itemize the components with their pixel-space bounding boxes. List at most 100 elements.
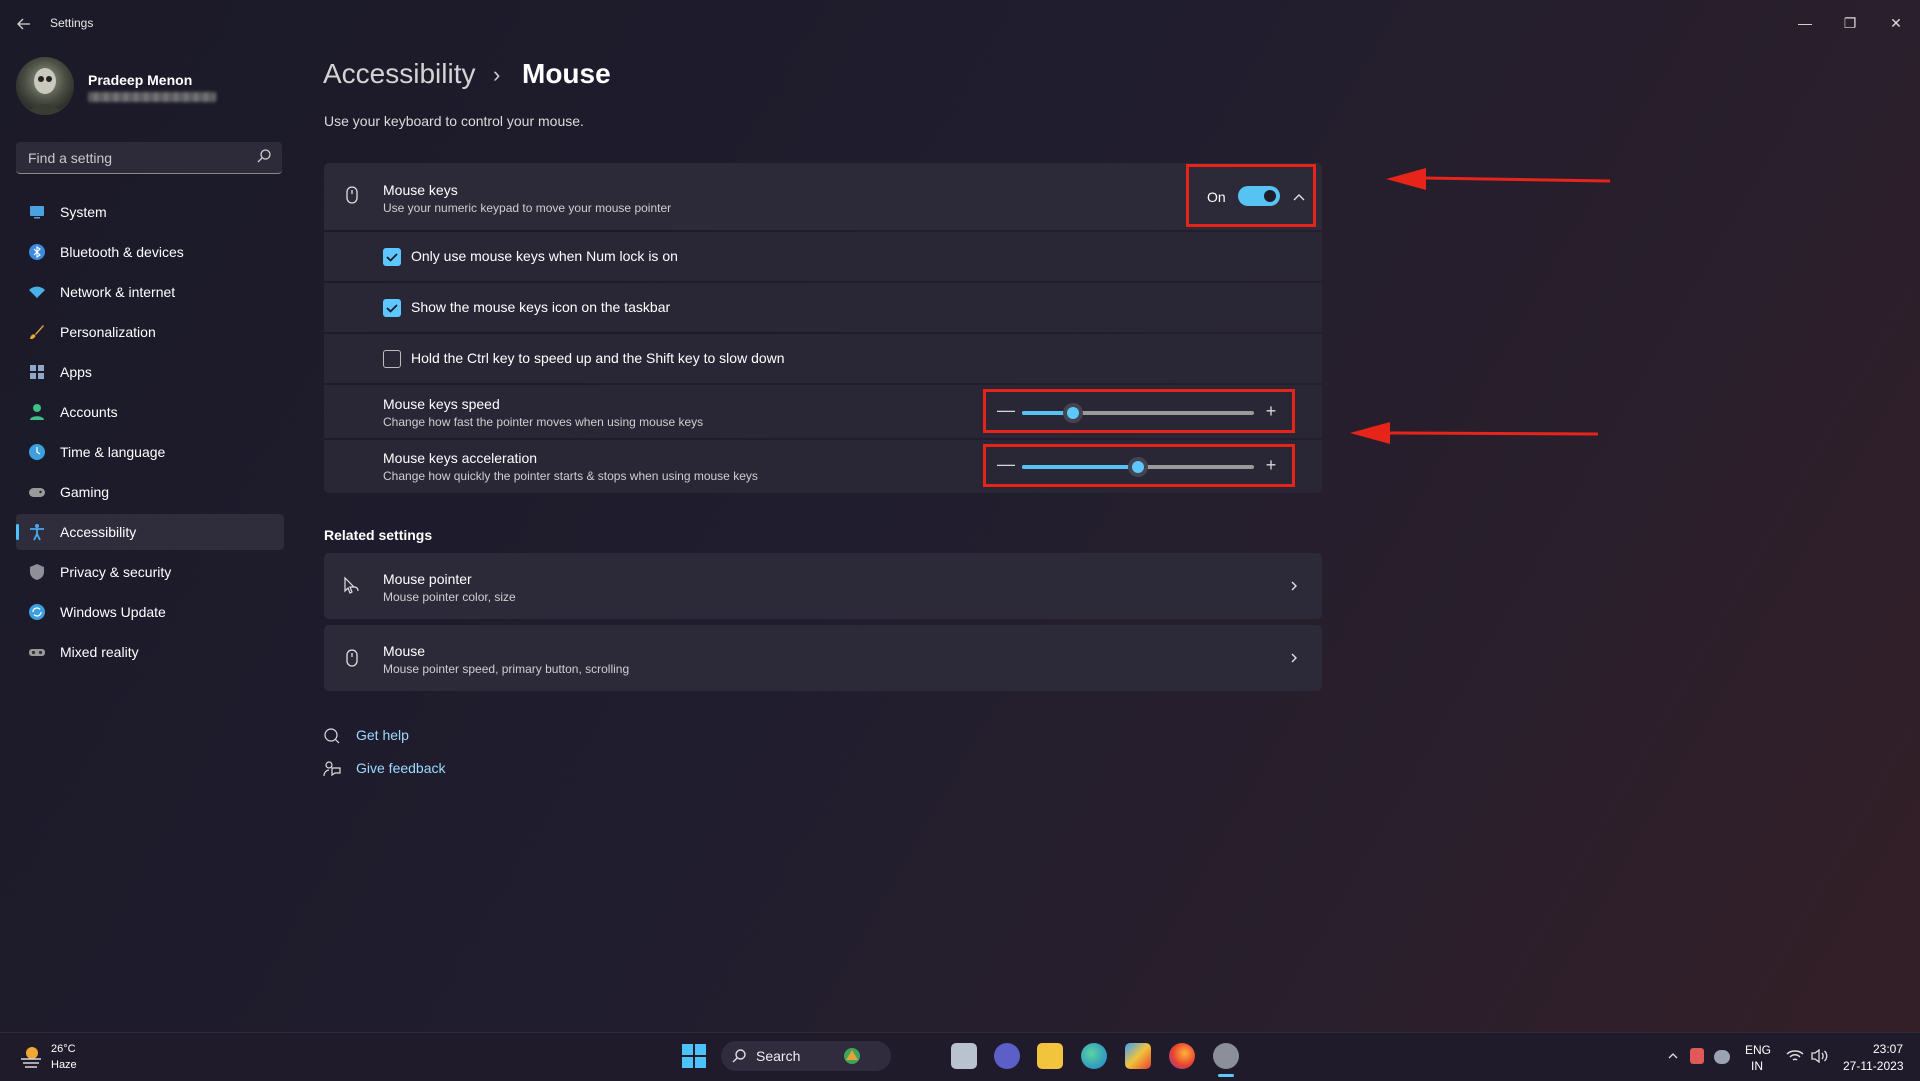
- file-explorer-icon[interactable]: [1037, 1043, 1063, 1069]
- app-title: Settings: [50, 16, 94, 30]
- search-icon[interactable]: [256, 148, 272, 164]
- page-title: Mouse: [522, 58, 611, 89]
- mouse-keys-card[interactable]: Mouse keys Use your numeric keypad to mo…: [324, 163, 1322, 230]
- sidebar-item-privacy-and-security[interactable]: Privacy & security: [16, 554, 284, 590]
- clock-time[interactable]: 23:07: [1873, 1042, 1903, 1056]
- sidebar-item-label: Windows Update: [60, 604, 166, 620]
- user-name: Pradeep Menon: [88, 72, 193, 88]
- volume-icon[interactable]: [1810, 1048, 1828, 1064]
- related-settings-heading: Related settings: [324, 527, 433, 543]
- sidebar-item-bluetooth-and-devices[interactable]: Bluetooth & devices: [16, 234, 284, 270]
- weather-condition: Haze: [51, 1059, 77, 1071]
- clock-date[interactable]: 27-11-2023: [1843, 1059, 1904, 1073]
- firefox-icon[interactable]: [1169, 1043, 1195, 1069]
- sidebar-item-gaming[interactable]: Gaming: [16, 474, 284, 510]
- update-icon: [28, 603, 46, 621]
- settings-gear-icon[interactable]: [1213, 1043, 1239, 1069]
- sidebar-item-label: Accounts: [60, 404, 118, 420]
- give-feedback-link[interactable]: Give feedback: [356, 760, 446, 776]
- language-region[interactable]: IN: [1751, 1059, 1763, 1073]
- sidebar-nav: System Bluetooth & devices Network & inter…: [16, 194, 284, 674]
- breadcrumb-separator: ›: [493, 62, 501, 87]
- mouse-pointer-icon: [344, 576, 359, 594]
- minimize-button[interactable]: —: [1790, 8, 1820, 38]
- back-arrow-icon[interactable]: [12, 12, 36, 36]
- option-row-ctrl-shift[interactable]: Hold the Ctrl key to speed up and the Sh…: [324, 334, 1322, 383]
- chevron-right-icon: [1291, 581, 1297, 591]
- onedrive-icon[interactable]: [1714, 1050, 1730, 1064]
- sidebar-item-label: Mixed reality: [60, 644, 139, 660]
- accounts-icon: [28, 403, 46, 421]
- related-item-mouse[interactable]: Mouse Mouse pointer speed, primary butto…: [324, 625, 1322, 691]
- sidebar-item-system[interactable]: System: [16, 194, 284, 230]
- option-row-taskbar-icon[interactable]: Show the mouse keys icon on the taskbar: [324, 283, 1322, 332]
- checkbox-ctrl-shift[interactable]: [383, 350, 401, 368]
- language-code[interactable]: ENG: [1745, 1043, 1771, 1057]
- option-row-numlock[interactable]: Only use mouse keys when Num lock is on: [324, 232, 1322, 281]
- annotation-highlight-acceleration: [983, 444, 1295, 487]
- sidebar-item-accessibility[interactable]: Accessibility: [16, 514, 284, 550]
- annotation-highlight-toggle: [1186, 164, 1316, 227]
- wifi-icon: [28, 283, 46, 301]
- task-view-icon[interactable]: [951, 1043, 977, 1069]
- start-windows-icon[interactable]: [681, 1043, 707, 1069]
- annotation-highlight-speed: [983, 389, 1295, 433]
- sidebar-item-label: Network & internet: [60, 284, 176, 300]
- sidebar-item-label: System: [60, 204, 107, 220]
- sidebar-item-time-and-language[interactable]: Time & language: [16, 434, 284, 470]
- search-highlight-icon: [844, 1048, 860, 1064]
- chevron-right-icon: [1291, 653, 1297, 663]
- apps-icon: [28, 363, 46, 381]
- weather-temperature: 26°C: [51, 1043, 76, 1055]
- related-item-mouse-pointer[interactable]: Mouse pointer Mouse pointer color, size: [324, 553, 1322, 619]
- active-app-indicator: [1218, 1074, 1234, 1077]
- microsoft-store-icon[interactable]: [1125, 1043, 1151, 1069]
- checkbox-taskbar-icon[interactable]: [383, 299, 401, 317]
- headset-icon: [28, 643, 46, 661]
- sidebar-item-label: Privacy & security: [60, 564, 172, 580]
- page-description: Use your keyboard to control your mouse.: [324, 113, 584, 129]
- sidebar-item-label: Accessibility: [60, 524, 137, 540]
- breadcrumb-parent[interactable]: Accessibility: [323, 58, 475, 90]
- annotation-arrow-icon: [1350, 422, 1599, 444]
- checkbox-numlock[interactable]: [383, 248, 401, 266]
- annotation-arrow-icon: [1386, 168, 1611, 190]
- speed-title: Mouse keys speed: [383, 396, 500, 412]
- search-box[interactable]: [16, 142, 282, 174]
- related-item-title: Mouse pointer: [383, 571, 472, 587]
- search-input[interactable]: [26, 142, 250, 174]
- search-icon: [732, 1049, 746, 1063]
- related-item-description: Mouse pointer speed, primary button, scr…: [383, 662, 630, 676]
- system-icon: [28, 203, 46, 221]
- close-button[interactable]: ✕: [1881, 8, 1911, 38]
- tray-app-icon[interactable]: [1690, 1048, 1704, 1064]
- related-item-title: Mouse: [383, 643, 426, 659]
- bluetooth-icon: [28, 243, 46, 261]
- taskbar-search[interactable]: Search: [721, 1041, 891, 1071]
- brush-icon: [28, 323, 46, 341]
- mouse-keys-title: Mouse keys: [383, 182, 458, 198]
- taskbar-search-label: Search: [756, 1048, 801, 1064]
- weather-haze-icon[interactable]: [18, 1044, 44, 1068]
- gamepad-icon: [28, 483, 46, 501]
- sidebar-item-mixed-reality[interactable]: Mixed reality: [16, 634, 284, 670]
- mouse-icon: [346, 649, 358, 667]
- avatar[interactable]: [16, 57, 74, 115]
- chevron-up-icon[interactable]: [1667, 1050, 1679, 1062]
- teams-chat-icon[interactable]: [994, 1043, 1020, 1069]
- wifi-icon[interactable]: [1786, 1049, 1804, 1063]
- checkbox-label: Only use mouse keys when Num lock is on: [411, 248, 678, 264]
- sidebar-item-network-and-internet[interactable]: Network & internet: [16, 274, 284, 310]
- get-help-link[interactable]: Get help: [356, 727, 409, 743]
- get-help-icon: [324, 728, 340, 744]
- title-bar: [0, 0, 1920, 48]
- sidebar-item-personalization[interactable]: Personalization: [16, 314, 284, 350]
- edge-browser-icon[interactable]: [1081, 1043, 1107, 1069]
- maximize-button[interactable]: ❐: [1835, 8, 1865, 38]
- sidebar-item-label: Gaming: [60, 484, 110, 500]
- acceleration-title: Mouse keys acceleration: [383, 450, 538, 466]
- sidebar-item-apps[interactable]: Apps: [16, 354, 284, 390]
- sidebar-item-accounts[interactable]: Accounts: [16, 394, 284, 430]
- sidebar-item-windows-update[interactable]: Windows Update: [16, 594, 284, 630]
- related-item-description: Mouse pointer color, size: [383, 590, 516, 604]
